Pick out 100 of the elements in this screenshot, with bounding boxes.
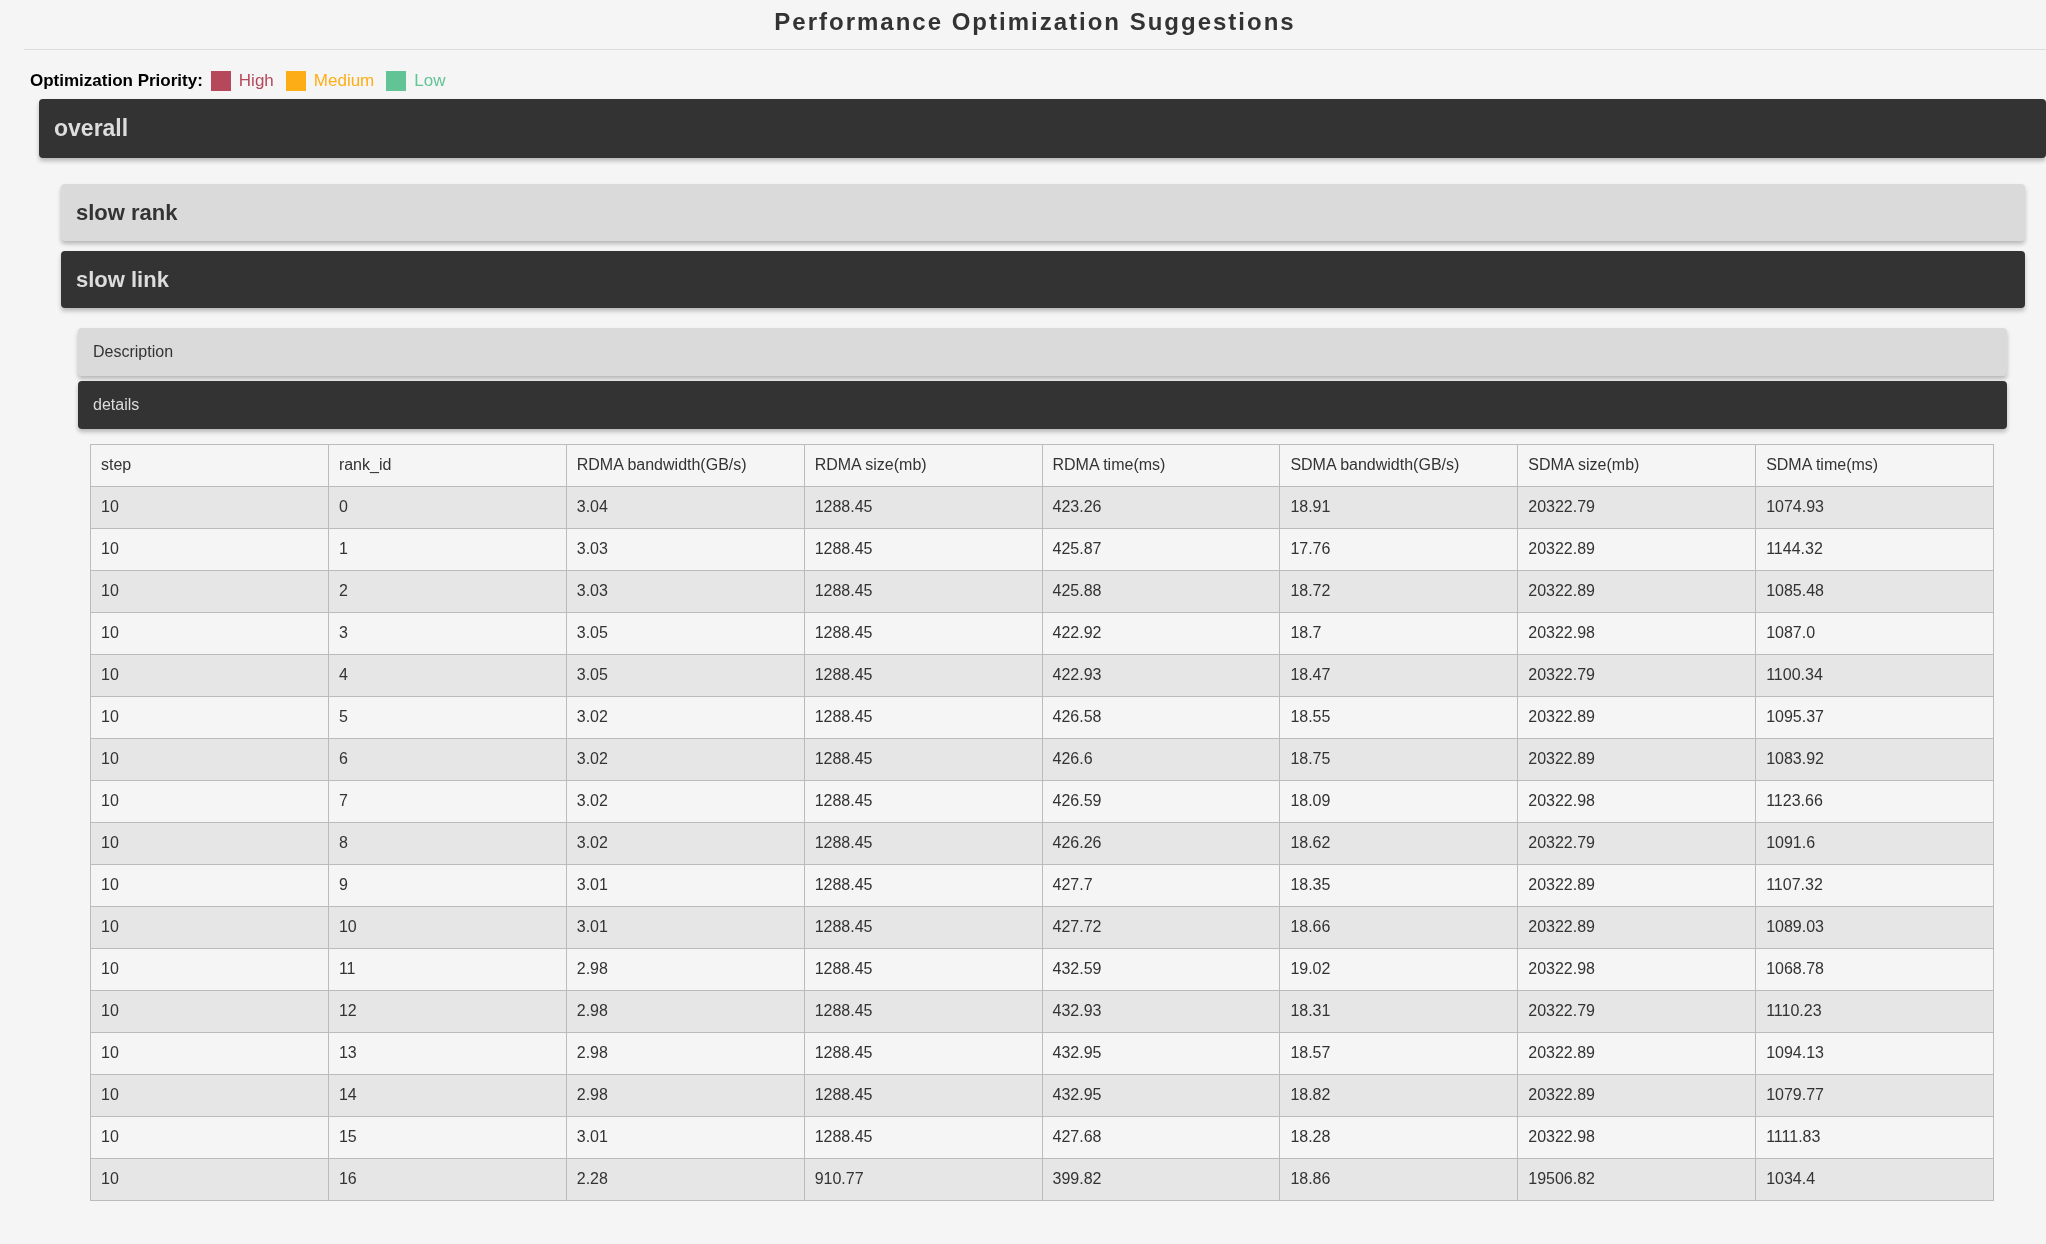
table-cell: 14 [328, 1074, 567, 1117]
table-cell: 3.03 [566, 528, 805, 571]
table-cell: 1288.45 [804, 864, 1042, 907]
table-cell: 20322.89 [1517, 696, 1756, 739]
table-cell: 1034.4 [1755, 1158, 1994, 1201]
section-header[interactable]: Description [78, 327, 2007, 376]
table-cell: 8 [328, 822, 567, 865]
table-cell: 18.31 [1279, 990, 1518, 1033]
table-cell: 425.87 [1042, 528, 1280, 571]
table-cell: 1288.45 [804, 1032, 1042, 1075]
table-cell: 2.98 [566, 990, 805, 1033]
table-cell: 422.92 [1042, 612, 1280, 655]
section-header[interactable]: slow link [61, 250, 2025, 308]
priority-label: Medium [313, 69, 375, 92]
priority-label: High [238, 69, 274, 92]
table-cell: 10 [90, 906, 329, 949]
table-cell: 18.47 [1279, 654, 1518, 697]
table-cell: 18.35 [1279, 864, 1518, 907]
table-cell: 1107.32 [1755, 864, 1994, 907]
table-cell: 1288.45 [804, 1116, 1042, 1159]
table-cell: 18.55 [1279, 696, 1518, 739]
table-cell: 426.59 [1042, 780, 1280, 823]
table-cell: 3.02 [566, 696, 805, 739]
column-header: RDMA bandwidth(GB/s) [566, 444, 805, 487]
table-cell: 10 [90, 990, 329, 1033]
section-header[interactable]: slow rank [61, 183, 2025, 241]
table-cell: 10 [90, 1074, 329, 1117]
table-cell: 1068.78 [1755, 948, 1994, 991]
page-title: Performance Optimization Suggestions [773, 7, 1297, 37]
table-cell: 432.95 [1042, 1032, 1280, 1075]
table-cell: 4 [328, 654, 567, 697]
table-cell: 3.04 [566, 486, 805, 529]
table-cell: 1288.45 [804, 528, 1042, 571]
table-cell: 1083.92 [1755, 738, 1994, 781]
table-cell: 20322.89 [1517, 1032, 1756, 1075]
table-cell: 1288.45 [804, 822, 1042, 865]
table-cell: 432.93 [1042, 990, 1280, 1033]
table-cell: 12 [328, 990, 567, 1033]
table-cell: 426.58 [1042, 696, 1280, 739]
table-cell: 10 [90, 738, 329, 781]
table-cell: 10 [90, 864, 329, 907]
table-cell: 10 [90, 1116, 329, 1159]
table-cell: 426.6 [1042, 738, 1280, 781]
table-cell: 10 [90, 696, 329, 739]
column-header: step [90, 444, 329, 487]
table-cell: 10 [90, 822, 329, 865]
table-cell: 20322.79 [1517, 822, 1756, 865]
table-cell: 20322.79 [1517, 654, 1756, 697]
table-cell: 3 [328, 612, 567, 655]
table-cell: 20322.89 [1517, 738, 1756, 781]
table-cell: 18.28 [1279, 1116, 1518, 1159]
table-cell: 10 [90, 486, 329, 529]
table-cell: 20322.89 [1517, 528, 1756, 571]
table-cell: 10 [90, 654, 329, 697]
table-cell: 3.03 [566, 570, 805, 613]
table-cell: 10 [328, 906, 567, 949]
table-cell: 3.02 [566, 780, 805, 823]
table-cell: 432.95 [1042, 1074, 1280, 1117]
table-cell: 10 [90, 1158, 329, 1201]
table-cell: 18.86 [1279, 1158, 1518, 1201]
table-cell: 20322.89 [1517, 1074, 1756, 1117]
table-cell: 18.57 [1279, 1032, 1518, 1075]
section-header[interactable]: overall [39, 99, 2046, 158]
table-cell: 427.7 [1042, 864, 1280, 907]
table-cell: 20322.79 [1517, 486, 1756, 529]
table-cell: 20322.89 [1517, 906, 1756, 949]
table-cell: 1 [328, 528, 567, 571]
column-header: SDMA time(ms) [1755, 444, 1994, 487]
table-cell: 1074.93 [1755, 486, 1994, 529]
table-cell: 1095.37 [1755, 696, 1994, 739]
table-cell: 5 [328, 696, 567, 739]
table-cell: 2.98 [566, 1032, 805, 1075]
table-cell: 427.72 [1042, 906, 1280, 949]
table-cell: 3.02 [566, 822, 805, 865]
table-cell: 20322.98 [1517, 1116, 1756, 1159]
table-cell: 3.01 [566, 906, 805, 949]
table-cell: 3.01 [566, 864, 805, 907]
table-cell: 2.98 [566, 1074, 805, 1117]
priority-label: Low [414, 69, 446, 92]
table-cell: 20322.98 [1517, 612, 1756, 655]
table-cell: 910.77 [804, 1158, 1042, 1201]
section-header[interactable]: details [78, 380, 2007, 429]
table-cell: 432.59 [1042, 948, 1280, 991]
table-cell: 17.76 [1279, 528, 1518, 571]
table-cell: 19.02 [1279, 948, 1518, 991]
table-cell: 1110.23 [1755, 990, 1994, 1033]
table-cell: 399.82 [1042, 1158, 1280, 1201]
table-cell: 18.75 [1279, 738, 1518, 781]
table-cell: 1288.45 [804, 612, 1042, 655]
table-cell: 3.05 [566, 612, 805, 655]
table-cell: 1123.66 [1755, 780, 1994, 823]
table-cell: 9 [328, 864, 567, 907]
table-cell: 20322.98 [1517, 948, 1756, 991]
table-cell: 18.62 [1279, 822, 1518, 865]
table-cell: 1091.6 [1755, 822, 1994, 865]
column-header: SDMA size(mb) [1517, 444, 1756, 487]
table-cell: 16 [328, 1158, 567, 1201]
table-cell: 1087.0 [1755, 612, 1994, 655]
table-cell: 1144.32 [1755, 528, 1994, 571]
table-cell: 10 [90, 528, 329, 571]
